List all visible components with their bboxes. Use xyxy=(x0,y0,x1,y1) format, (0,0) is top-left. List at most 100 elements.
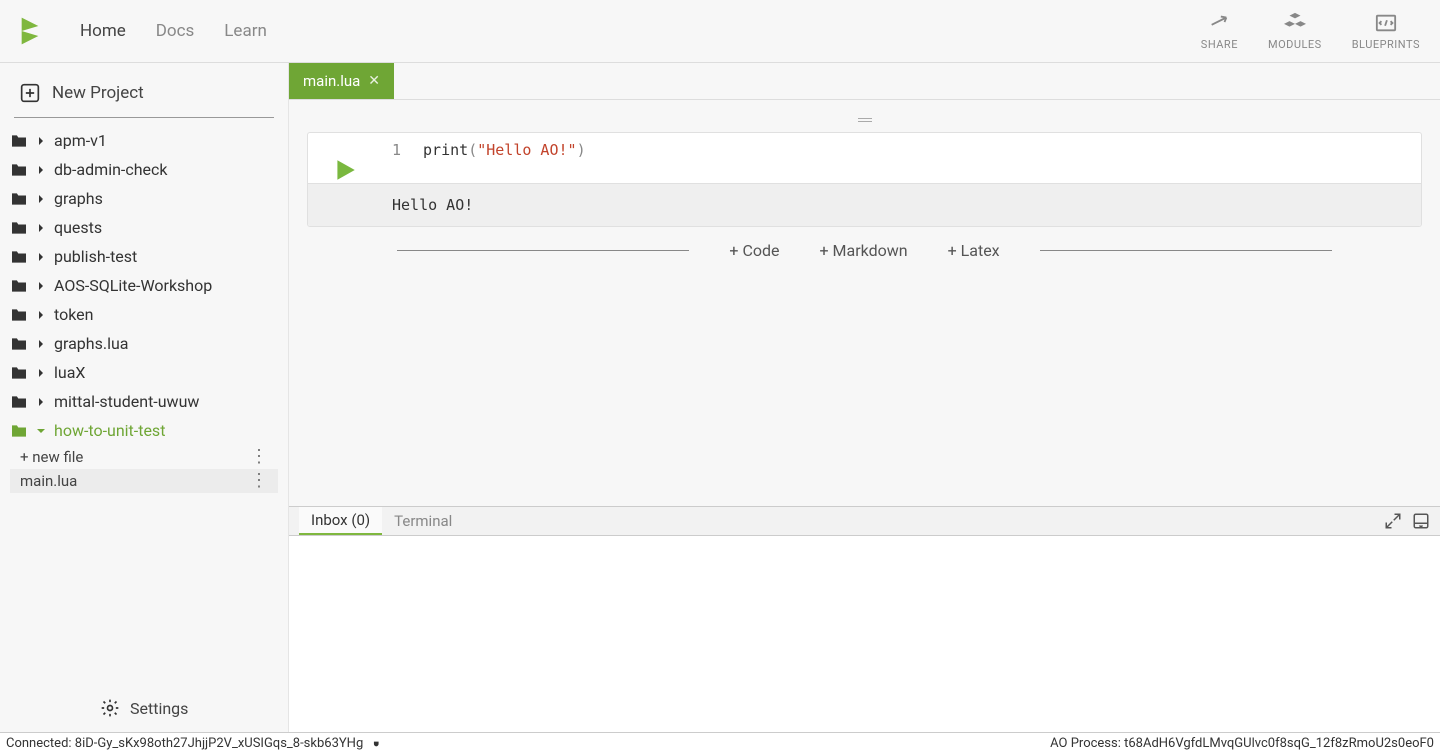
folder-icon xyxy=(10,366,28,380)
editor-area: main.lua ✕ 1 print("Hello AO!") xyxy=(289,63,1440,732)
notebook: 1 print("Hello AO!") Hello AO! + Code + … xyxy=(289,100,1440,506)
project-tree: apm-v1 db-admin-check graphs quests publ xyxy=(10,126,278,688)
status-bar: Connected: 8iD-Gy_sKx98oth27JhjjP2V_xUSI… xyxy=(0,732,1440,754)
share-button[interactable]: SHARE xyxy=(1201,12,1238,51)
project-how-to-unit-test[interactable]: how-to-unit-test xyxy=(10,416,278,445)
project-label: luaX xyxy=(54,363,85,382)
folder-icon xyxy=(10,395,28,409)
plug-icon[interactable] xyxy=(371,737,385,751)
modules-button[interactable]: MODULES xyxy=(1268,12,1322,51)
blueprints-button[interactable]: BLUEPRINTS xyxy=(1352,12,1420,51)
plus-square-icon xyxy=(20,83,40,103)
folder-open-icon xyxy=(10,424,28,438)
chevron-right-icon xyxy=(36,397,46,407)
tab-label: main.lua xyxy=(303,72,360,90)
project-label: graphs.lua xyxy=(54,334,128,353)
add-markdown-button[interactable]: + Markdown xyxy=(819,241,907,260)
code-editor[interactable]: 1 print("Hello AO!") xyxy=(382,133,1421,167)
folder-icon xyxy=(10,134,28,148)
run-column xyxy=(308,133,382,183)
folder-icon xyxy=(10,279,28,293)
modules-label: MODULES xyxy=(1268,38,1322,51)
nav-links: Home Docs Learn xyxy=(80,21,267,41)
share-icon xyxy=(1208,12,1230,34)
divider xyxy=(14,117,274,118)
collapse-panel-icon[interactable] xyxy=(1412,512,1430,530)
main: New Project apm-v1 db-admin-check graphs xyxy=(0,63,1440,732)
project-luax[interactable]: luaX xyxy=(10,358,278,387)
project-label: graphs xyxy=(54,189,103,208)
tab-main-lua[interactable]: main.lua ✕ xyxy=(289,63,394,99)
cell-output: Hello AO! xyxy=(308,183,1421,226)
chevron-right-icon xyxy=(36,252,46,262)
chevron-right-icon xyxy=(36,368,46,378)
folder-icon xyxy=(10,337,28,351)
settings-button[interactable]: Settings xyxy=(10,688,278,718)
project-mittal-student-uwuw[interactable]: mittal-student-uwuw xyxy=(10,387,278,416)
project-db-admin-check[interactable]: db-admin-check xyxy=(10,155,278,184)
project-publish-test[interactable]: publish-test xyxy=(10,242,278,271)
divider xyxy=(397,250,689,251)
header-actions: SHARE MODULES BLUEPRINTS xyxy=(1201,12,1420,51)
settings-label: Settings xyxy=(130,699,188,718)
folder-icon xyxy=(10,308,28,322)
sidebar: New Project apm-v1 db-admin-check graphs xyxy=(0,63,289,732)
project-token[interactable]: token xyxy=(10,300,278,329)
project-label: db-admin-check xyxy=(54,160,168,179)
blueprints-label: BLUEPRINTS xyxy=(1352,38,1420,51)
chevron-right-icon xyxy=(36,194,46,204)
project-label: token xyxy=(54,305,93,324)
chevron-right-icon xyxy=(36,310,46,320)
header: Home Docs Learn SHARE MODULES BLUEPRINTS xyxy=(0,0,1440,63)
status-connected: Connected: 8iD-Gy_sKx98oth27JhjjP2V_xUSI… xyxy=(6,736,363,751)
folder-icon xyxy=(10,163,28,177)
divider xyxy=(1040,250,1332,251)
project-apm-v1[interactable]: apm-v1 xyxy=(10,126,278,155)
chevron-right-icon xyxy=(36,165,46,175)
expand-icon[interactable] xyxy=(1384,512,1402,530)
logo-icon xyxy=(20,17,40,45)
folder-icon xyxy=(10,192,28,206)
project-graphs[interactable]: graphs xyxy=(10,184,278,213)
project-quests[interactable]: quests xyxy=(10,213,278,242)
file-label: main.lua xyxy=(20,472,77,490)
play-icon[interactable] xyxy=(332,157,358,183)
line-number: 1 xyxy=(392,141,401,159)
panel-body xyxy=(289,536,1440,732)
tab-terminal[interactable]: Terminal xyxy=(382,507,464,535)
nav-home[interactable]: Home xyxy=(80,21,126,41)
modules-icon xyxy=(1284,12,1306,34)
project-aos-sqlite-workshop[interactable]: AOS-SQLite-Workshop xyxy=(10,271,278,300)
project-label: quests xyxy=(54,218,102,237)
project-label: mittal-student-uwuw xyxy=(54,392,199,411)
add-cell-row: + Code + Markdown + Latex xyxy=(397,241,1332,260)
chevron-right-icon xyxy=(36,136,46,146)
close-icon[interactable]: ✕ xyxy=(368,73,380,89)
file-main-lua[interactable]: main.lua ⋮ xyxy=(10,469,278,493)
cell-top: 1 print("Hello AO!") xyxy=(308,133,1421,183)
new-project-button[interactable]: New Project xyxy=(10,77,278,117)
new-file-button[interactable]: + new file ⋮ xyxy=(10,445,278,469)
chevron-down-icon xyxy=(36,426,46,436)
chevron-right-icon xyxy=(36,281,46,291)
project-label: how-to-unit-test xyxy=(54,421,165,440)
chevron-right-icon xyxy=(36,339,46,349)
drag-handle-icon[interactable] xyxy=(858,118,872,122)
nav-docs[interactable]: Docs xyxy=(156,21,195,41)
project-label: publish-test xyxy=(54,247,137,266)
project-graphs-lua[interactable]: graphs.lua xyxy=(10,329,278,358)
editor-tabs: main.lua ✕ xyxy=(289,63,1440,100)
panel-tabs: Inbox (0) Terminal xyxy=(289,506,1440,536)
add-code-button[interactable]: + Code xyxy=(729,241,779,260)
nav-learn[interactable]: Learn xyxy=(224,21,267,41)
new-project-label: New Project xyxy=(52,83,144,103)
status-process: AO Process: t68AdH6VgfdLMvqGUlvc0f8sqG_1… xyxy=(1050,736,1434,751)
project-label: AOS-SQLite-Workshop xyxy=(54,276,212,295)
gear-icon xyxy=(100,698,120,718)
new-file-label: + new file xyxy=(20,448,83,466)
project-label: apm-v1 xyxy=(54,131,107,150)
tab-inbox[interactable]: Inbox (0) xyxy=(299,507,382,535)
share-label: SHARE xyxy=(1201,38,1238,51)
blueprints-icon xyxy=(1375,12,1397,34)
add-latex-button[interactable]: + Latex xyxy=(948,241,1000,260)
